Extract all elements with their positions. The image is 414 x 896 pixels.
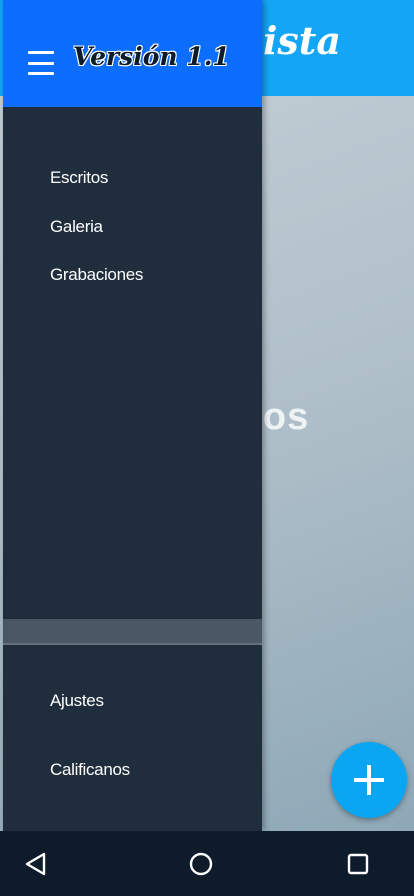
recents-square-icon [347, 853, 369, 875]
drawer-item-calificanos[interactable]: Calificanos [50, 760, 130, 780]
recents-button[interactable] [343, 849, 373, 879]
drawer-item-ajustes[interactable]: Ajustes [50, 691, 104, 711]
drawer-header: Versión 1.1 [3, 0, 262, 107]
system-nav-bar [0, 831, 414, 896]
hamburger-menu-icon[interactable] [28, 51, 54, 75]
screen: onista otos Versión 1.1 Escritos Galeria… [0, 0, 414, 896]
drawer-item-escritos[interactable]: Escritos [50, 168, 108, 188]
drawer-divider [3, 643, 262, 645]
home-button[interactable] [186, 849, 216, 879]
navigation-drawer: Versión 1.1 Escritos Galeria Grabaciones… [3, 0, 262, 831]
home-circle-icon [189, 852, 213, 876]
plus-icon [354, 765, 384, 795]
back-button[interactable] [21, 849, 51, 879]
back-triangle-icon [25, 852, 46, 876]
add-fab-button[interactable] [331, 742, 407, 818]
drawer-separator-band [3, 619, 262, 643]
drawer-item-galeria[interactable]: Galeria [50, 217, 103, 237]
version-label: Versión 1.1 [73, 42, 230, 71]
drawer-item-grabaciones[interactable]: Grabaciones [50, 265, 143, 285]
